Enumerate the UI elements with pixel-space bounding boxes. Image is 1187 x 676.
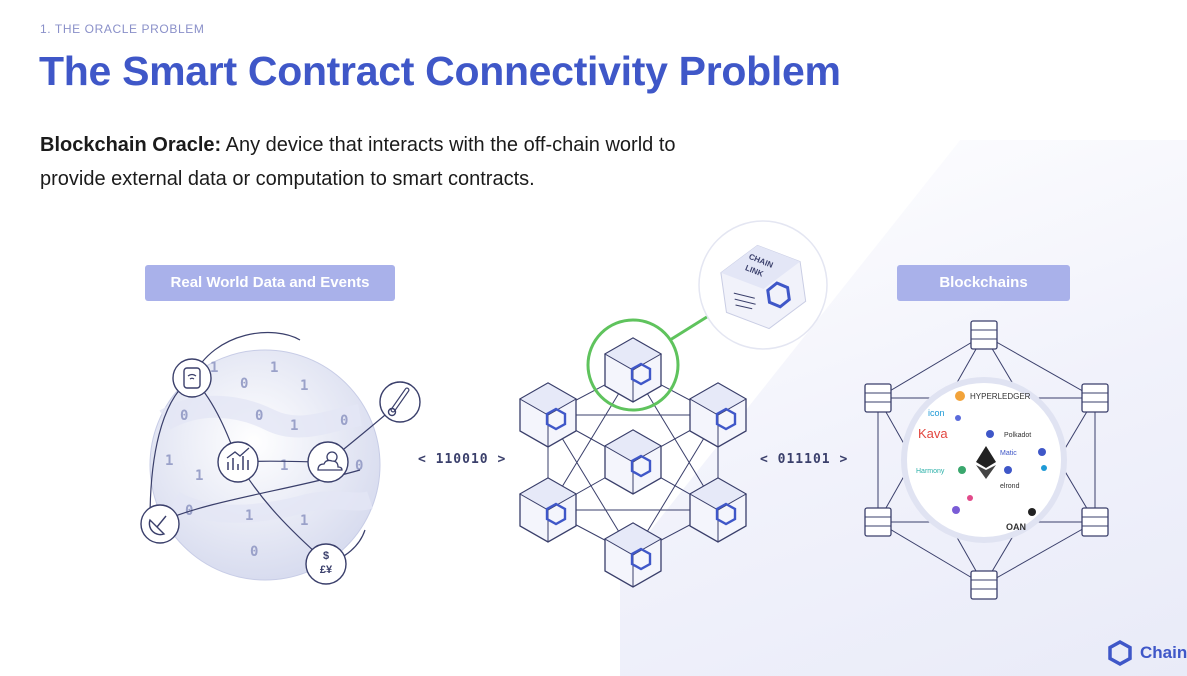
diagram-canvas: 1 0 1 1 0 0 1 0 1 1 1 0 0 1 1 0 $ £¥ CHA… xyxy=(140,220,1109,600)
logo-hyperledger: HYPERLEDGER xyxy=(970,392,1031,401)
bits-out: < 011101 > xyxy=(760,452,848,467)
server-node xyxy=(970,320,998,350)
server-node xyxy=(864,507,892,537)
server-node xyxy=(970,570,998,600)
brand-logo: Chainli xyxy=(1108,640,1187,666)
globe-digit: 0 xyxy=(250,544,258,560)
smartwatch-icon xyxy=(172,358,212,398)
brand-name: Chainli xyxy=(1140,643,1187,662)
svg-text:£¥: £¥ xyxy=(320,564,333,576)
globe-digit: 0 xyxy=(240,376,248,392)
globe-digit: 0 xyxy=(180,408,188,424)
bits-in: < 110010 > xyxy=(418,452,506,467)
logo-oan: OAN xyxy=(1006,522,1026,532)
globe-digit: 1 xyxy=(165,453,173,469)
chainlink-node-zoom: CHAIN LINK xyxy=(698,220,828,350)
oracle-node xyxy=(688,476,748,544)
weather-icon xyxy=(307,441,349,483)
logo-elrond: elrond xyxy=(1000,483,1020,490)
globe-digit: 1 xyxy=(290,418,298,434)
satellite-dish-icon xyxy=(140,504,180,544)
server-node xyxy=(864,383,892,413)
chainlink-logo-icon xyxy=(1108,640,1132,666)
bits-out-value: 011101 xyxy=(777,452,831,467)
globe-digit: 1 xyxy=(195,468,203,484)
logo-matic: Matic xyxy=(1000,450,1017,457)
bits-left-chevron: < xyxy=(418,452,436,467)
currency-icon: $ £¥ xyxy=(305,543,347,585)
oracle-node xyxy=(688,381,748,449)
globe-digit: 0 xyxy=(255,408,263,424)
bits-left-chevron: < xyxy=(760,452,778,467)
svg-text:$: $ xyxy=(323,550,329,562)
oracle-node xyxy=(603,336,663,404)
bits-in-value: 110010 xyxy=(435,452,489,467)
server-node xyxy=(1081,507,1109,537)
globe-digit: 0 xyxy=(340,413,348,429)
oracle-node xyxy=(603,521,663,589)
logo-icon: icon xyxy=(928,408,945,418)
chart-icon xyxy=(217,441,259,483)
logo-harmony: Harmony xyxy=(916,468,945,475)
oracle-node xyxy=(518,476,578,544)
globe-digit: 1 xyxy=(300,378,308,394)
bits-right-chevron: > xyxy=(830,452,849,467)
oracle-node xyxy=(603,428,663,496)
oracle-node xyxy=(518,381,578,449)
bits-right-chevron: > xyxy=(488,452,507,467)
logo-kava: Kava xyxy=(918,426,948,441)
globe-digit: 1 xyxy=(245,508,253,524)
logo-polkadot: Polkadot xyxy=(1004,432,1031,439)
globe-digit: 1 xyxy=(280,458,288,474)
globe-digit: 1 xyxy=(300,513,308,529)
globe-digit: 1 xyxy=(210,360,218,376)
globe-digit: 1 xyxy=(270,360,278,376)
server-node xyxy=(1081,383,1109,413)
thermometer-icon xyxy=(379,381,421,423)
